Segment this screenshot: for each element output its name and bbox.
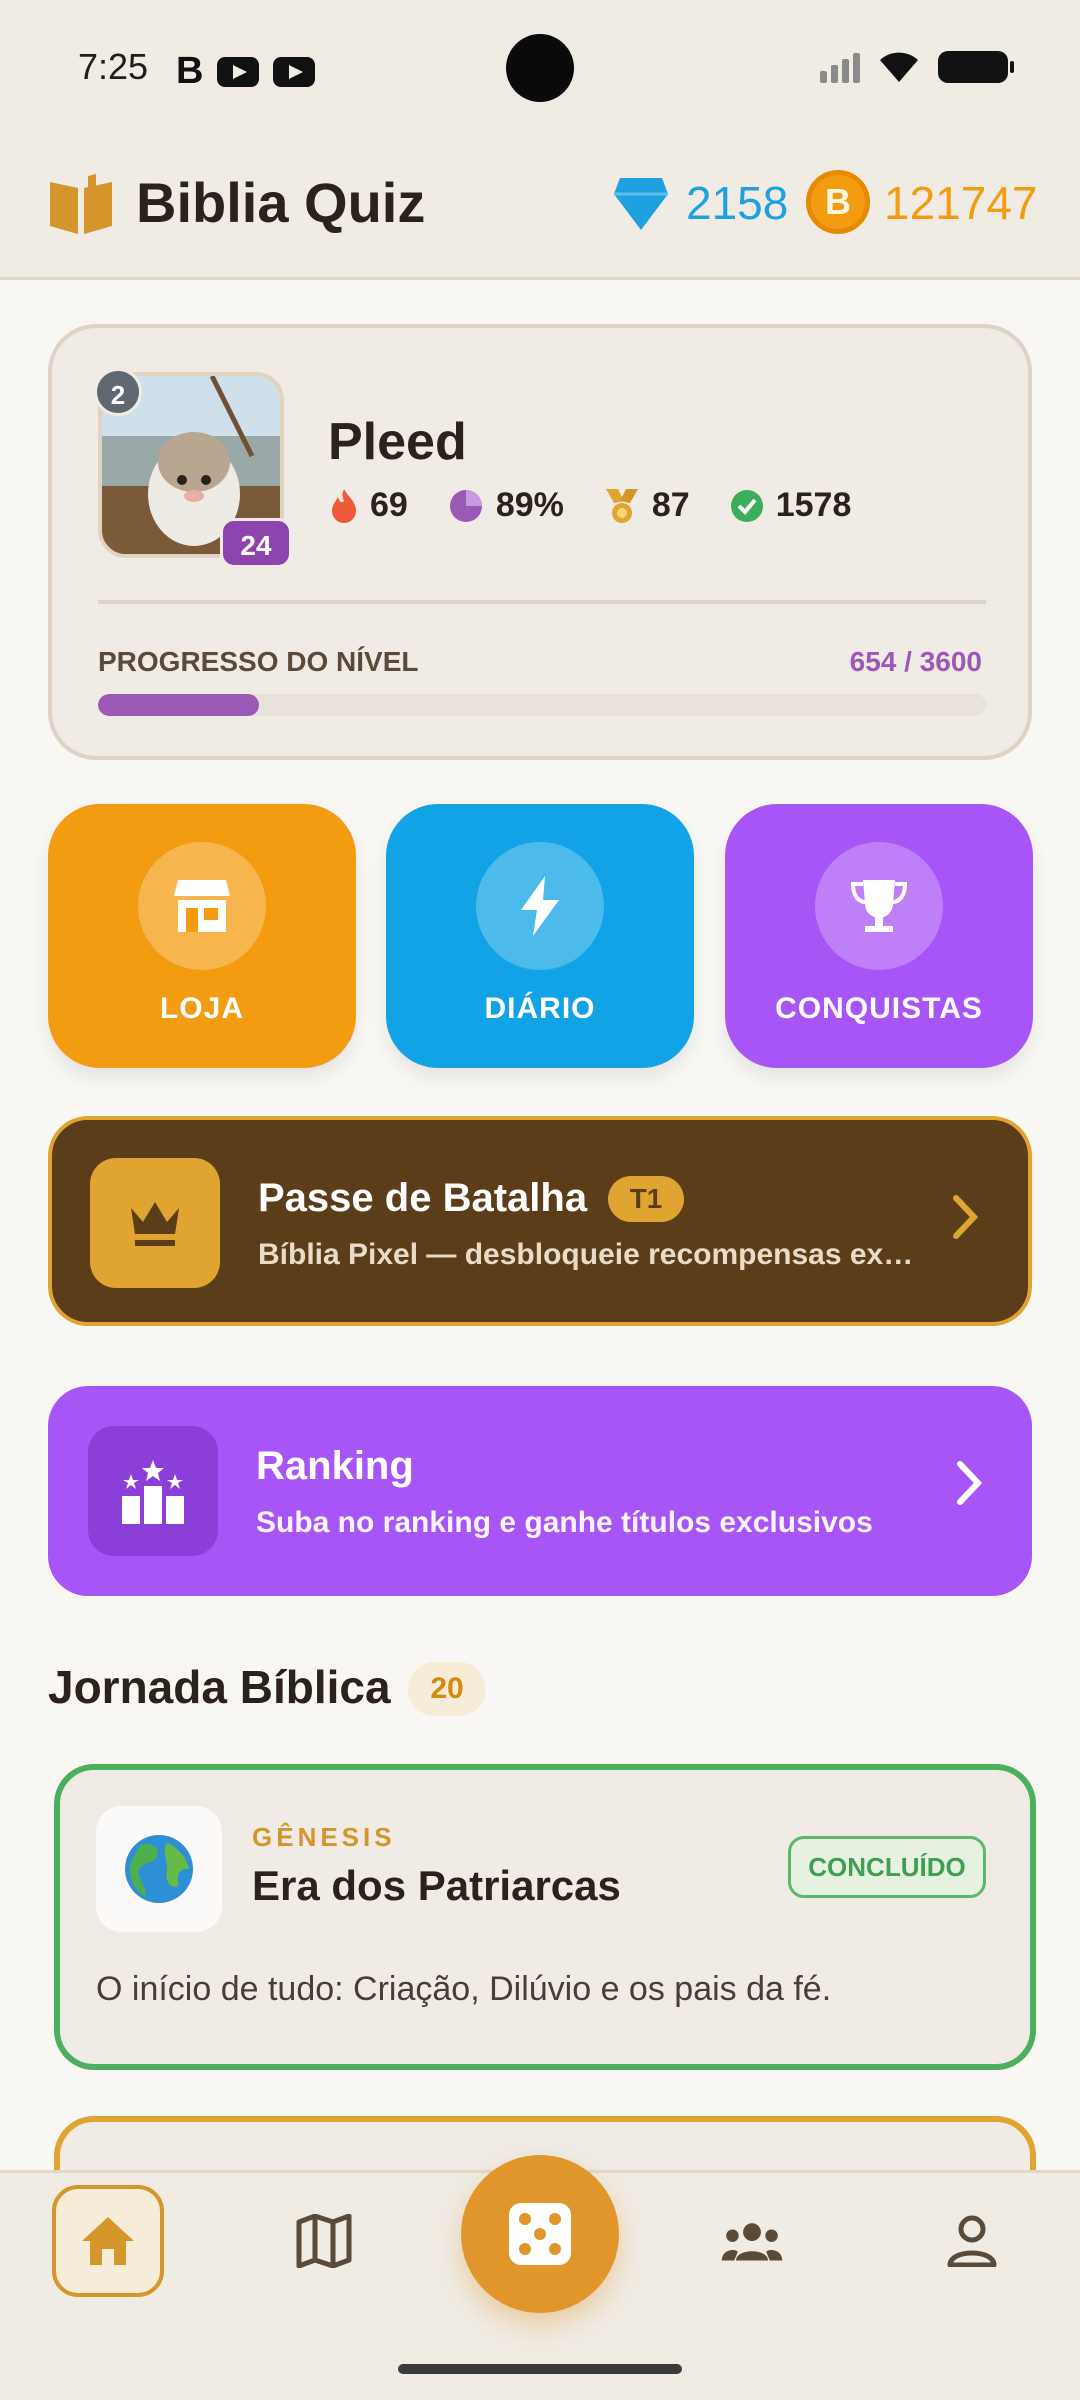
coin-count[interactable]: 121747 [884,176,1038,230]
achievements-icon-circle [815,842,943,970]
home-icon [82,2217,134,2265]
correct-value: 1578 [775,486,852,524]
chevron-right-icon [957,1461,983,1505]
ranking-icon-box [88,1426,218,1556]
nav-home-button[interactable] [52,2185,164,2297]
medals-value: 87 [651,486,690,524]
store-icon-circle [138,842,266,970]
gem-count[interactable]: 2158 [686,176,788,230]
streak-stat: 69 [330,486,408,525]
crown-icon-box [90,1158,220,1288]
correct-stat: 1578 [730,486,852,525]
globe-icon [125,1835,193,1903]
store-button[interactable]: LOJA [48,804,356,1068]
pie-chart-icon [449,489,482,522]
check-circle-icon [730,489,763,522]
avatar-badge: 24 [220,518,292,568]
dice-icon [509,2203,571,2265]
lightning-icon [521,876,559,936]
accuracy-stat: 89% [448,486,564,525]
wifi-icon [880,52,918,82]
nav-play-button[interactable] [461,2155,619,2313]
podium-stars-icon [122,1460,184,1524]
username: Pleed [328,413,467,471]
camera-cutout [506,34,574,102]
globe-icon-box [96,1806,222,1932]
nav-community-button[interactable] [720,2209,784,2273]
gem-icon [614,178,668,230]
app-header: Biblia Quiz 2158 B 121747 [0,140,1080,280]
ranking-card[interactable]: Ranking Suba no ranking e ganhe títulos … [48,1386,1032,1596]
journey-book: GÊNESIS [252,1822,396,1852]
accuracy-value: 89% [495,486,564,524]
ranking-subtitle: Suba no ranking e ganhe títulos exclusiv… [256,1506,873,1539]
level-progress-bar [98,694,986,716]
battery-icon [938,51,1014,83]
journey-card[interactable]: GÊNESIS Era dos Patriarcas CONCLUÍDO O i… [54,1764,1036,2070]
level-progress-value: 654 / 3600 [849,646,982,677]
achievements-label: CONQUISTAS [775,992,983,1025]
flame-icon [332,488,356,523]
profile-stats: 69 89% 87 1578 [330,486,851,525]
map-icon [296,2214,352,2268]
store-icon [174,880,230,932]
profile-card[interactable]: 2 24 Pleed 69 89% 87 1578 PROGRESSO DO N… [48,324,1032,760]
journey-count-badge: 20 [408,1662,486,1716]
battle-pass-tier-badge: T1 [608,1176,684,1222]
crown-icon [131,1202,179,1246]
group-icon [721,2223,783,2261]
app-title: Biblia Quiz [136,171,426,234]
battle-pass-card[interactable]: Passe de Batalha T1 Bíblia Pixel — desbl… [48,1116,1032,1326]
streak-value: 69 [370,486,408,524]
b-icon: B [176,50,204,92]
home-indicator[interactable] [398,2364,682,2374]
battle-pass-subtitle: Bíblia Pixel — desbloqueie recompensas e… [258,1238,914,1271]
level-progress-label: PROGRESSO DO NÍVEL [98,646,419,677]
nav-map-button[interactable] [292,2209,356,2273]
signal-icon [820,51,860,83]
status-bar: 7:25 B [0,0,1080,140]
chevron-right-icon [953,1195,979,1239]
status-badge: CONCLUÍDO [788,1836,986,1898]
divider [98,600,986,604]
coin-icon: B [806,170,870,234]
person-icon [947,2215,997,2267]
medal-icon [605,488,638,523]
notification-icons: B [176,50,316,93]
nav-profile-button[interactable] [940,2209,1004,2273]
youtube-icon [273,56,316,87]
trophy-icon [850,880,908,932]
system-icons [820,50,1014,84]
level-progress-fill [98,694,260,716]
achievements-button[interactable]: CONQUISTAS [725,804,1033,1068]
store-label: LOJA [159,992,244,1025]
battle-pass-title: Passe de Batalha [258,1176,588,1220]
journey-title: Era dos Patriarcas [252,1862,621,1909]
open-book-icon [50,174,112,234]
level-badge: 2 [94,368,142,416]
medals-stat: 87 [604,486,690,525]
status-time: 7:25 [78,46,149,87]
daily-label: DIÁRIO [484,992,596,1025]
section-title-journey: Jornada Bíblica [48,1661,391,1713]
ranking-title: Ranking [256,1444,414,1488]
daily-button[interactable]: DIÁRIO [386,804,694,1068]
daily-icon-circle [476,842,604,970]
journey-description: O início de tudo: Criação, Dilúvio e os … [96,1970,832,2008]
youtube-icon [217,56,260,87]
